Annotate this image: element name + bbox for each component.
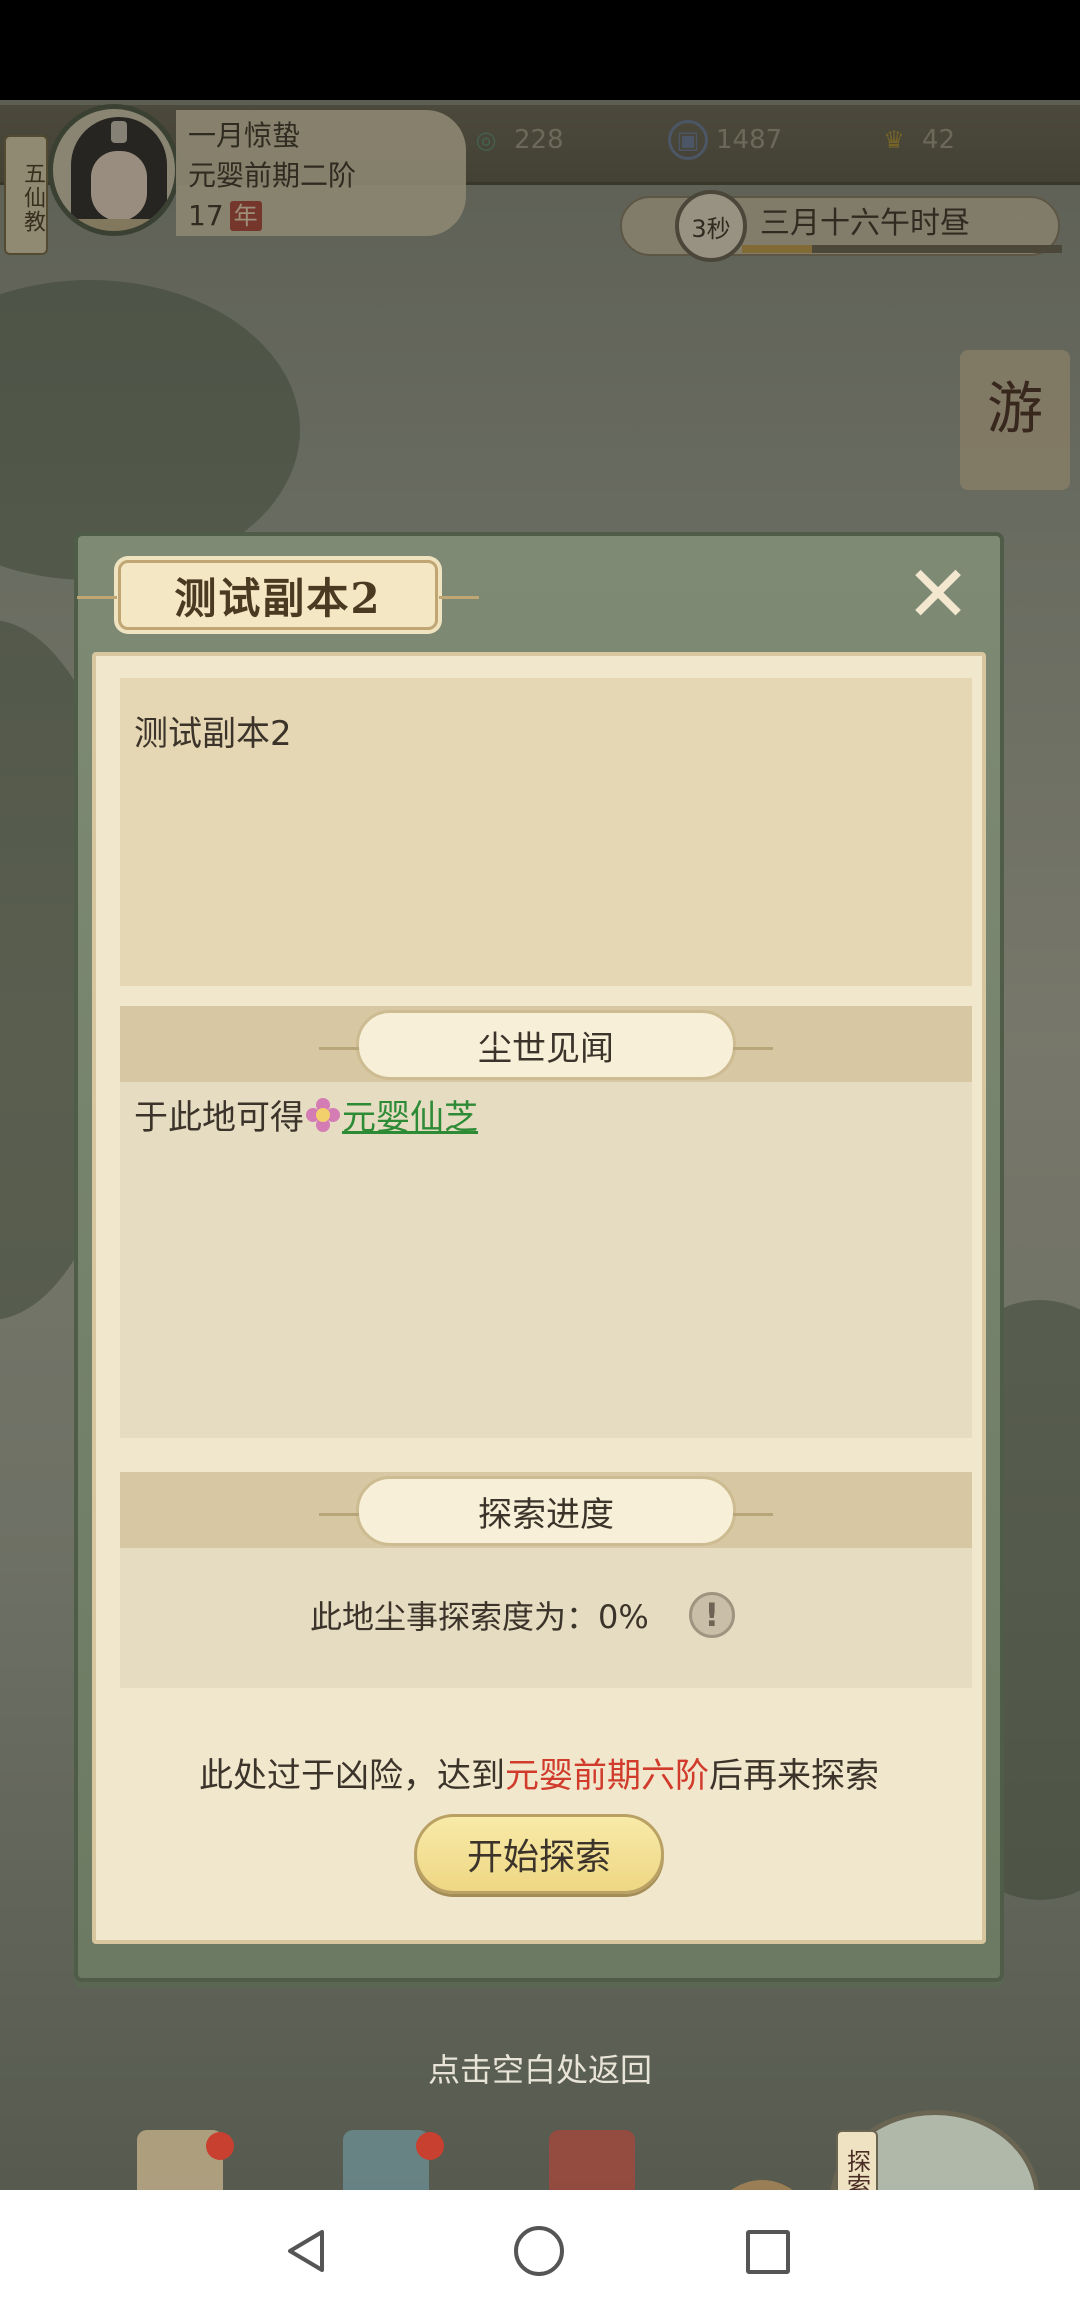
nav-item-shimen[interactable]: 师门 (522, 2130, 662, 2190)
dialog-content: 测试副本2 尘世见闻 于此地可得 元婴仙芝 探索进度 此地尘事探索度为：0% !… (92, 652, 986, 1944)
description-box: 测试副本2 (120, 678, 972, 986)
bag-button[interactable]: 行囊 (710, 2180, 814, 2190)
game-screen: 五仙教 一月惊蛰 元婴前期二阶 17 年 ◎ 228 ▣ 1487 ♛ 42 3… (0, 100, 1080, 2190)
warning-prefix: 此处过于凶险，达到 (199, 1756, 505, 1796)
required-realm: 元婴前期六阶 (505, 1756, 709, 1796)
warning-suffix: 后再来探索 (709, 1756, 879, 1796)
nav-item-dongfu[interactable]: 洞府 (316, 2130, 456, 2190)
status-bar (0, 0, 1080, 100)
dialog-title: 测试副本2 (77, 560, 479, 630)
progress-section-header: 探索进度 (120, 1472, 972, 1548)
notification-dot (206, 2132, 234, 2160)
warning-text: 此处过于凶险，达到元婴前期六阶后再来探索 (96, 1748, 982, 1797)
notification-dot (416, 2132, 444, 2160)
rewards-section-title: 尘世见闻 (319, 1010, 773, 1080)
rewards-section-body: 于此地可得 元婴仙芝 (120, 1082, 972, 1438)
exploring-tag: 探索中 (836, 2130, 878, 2190)
close-button[interactable]: ✕ (898, 556, 978, 636)
recent-apps-icon[interactable] (746, 2230, 790, 2274)
home-icon[interactable] (514, 2226, 564, 2276)
progress-text: 此地尘事探索度为：0% (310, 1598, 649, 1636)
android-nav-bar (0, 2190, 1080, 2310)
nav-item-xuanjing[interactable]: 玄境 (110, 2130, 250, 2190)
dungeon-dialog: 测试副本2 ✕ 测试副本2 尘世见闻 于此地可得 元婴仙芝 探索进度 此地尘事探… (74, 532, 1004, 1982)
info-alert-icon[interactable]: ! (688, 1592, 735, 1638)
back-icon[interactable] (282, 2226, 332, 2276)
start-explore-button[interactable]: 开始探索 (414, 1814, 664, 1894)
close-icon: ✕ (905, 550, 971, 640)
banner-icon (549, 2130, 635, 2190)
progress-section-title: 探索进度 (319, 1476, 773, 1546)
rewards-section-header: 尘世见闻 (120, 1006, 972, 1082)
flower-icon (306, 1097, 340, 1132)
return-hint[interactable]: 点击空白处返回 (0, 2045, 1080, 2091)
reward-prefix: 于此地可得 (134, 1098, 304, 1138)
pavilion-icon (343, 2130, 429, 2190)
progress-section-body: 此地尘事探索度为：0% ! (120, 1548, 972, 1688)
bottom-nav: 玄境 洞府 师门 行囊 探索中 人间 (0, 2100, 1080, 2190)
reward-line: 于此地可得 元婴仙芝 (134, 1090, 478, 1139)
reward-item-link[interactable]: 元婴仙芝 (342, 1090, 478, 1139)
description-text: 测试副本2 (134, 714, 292, 754)
